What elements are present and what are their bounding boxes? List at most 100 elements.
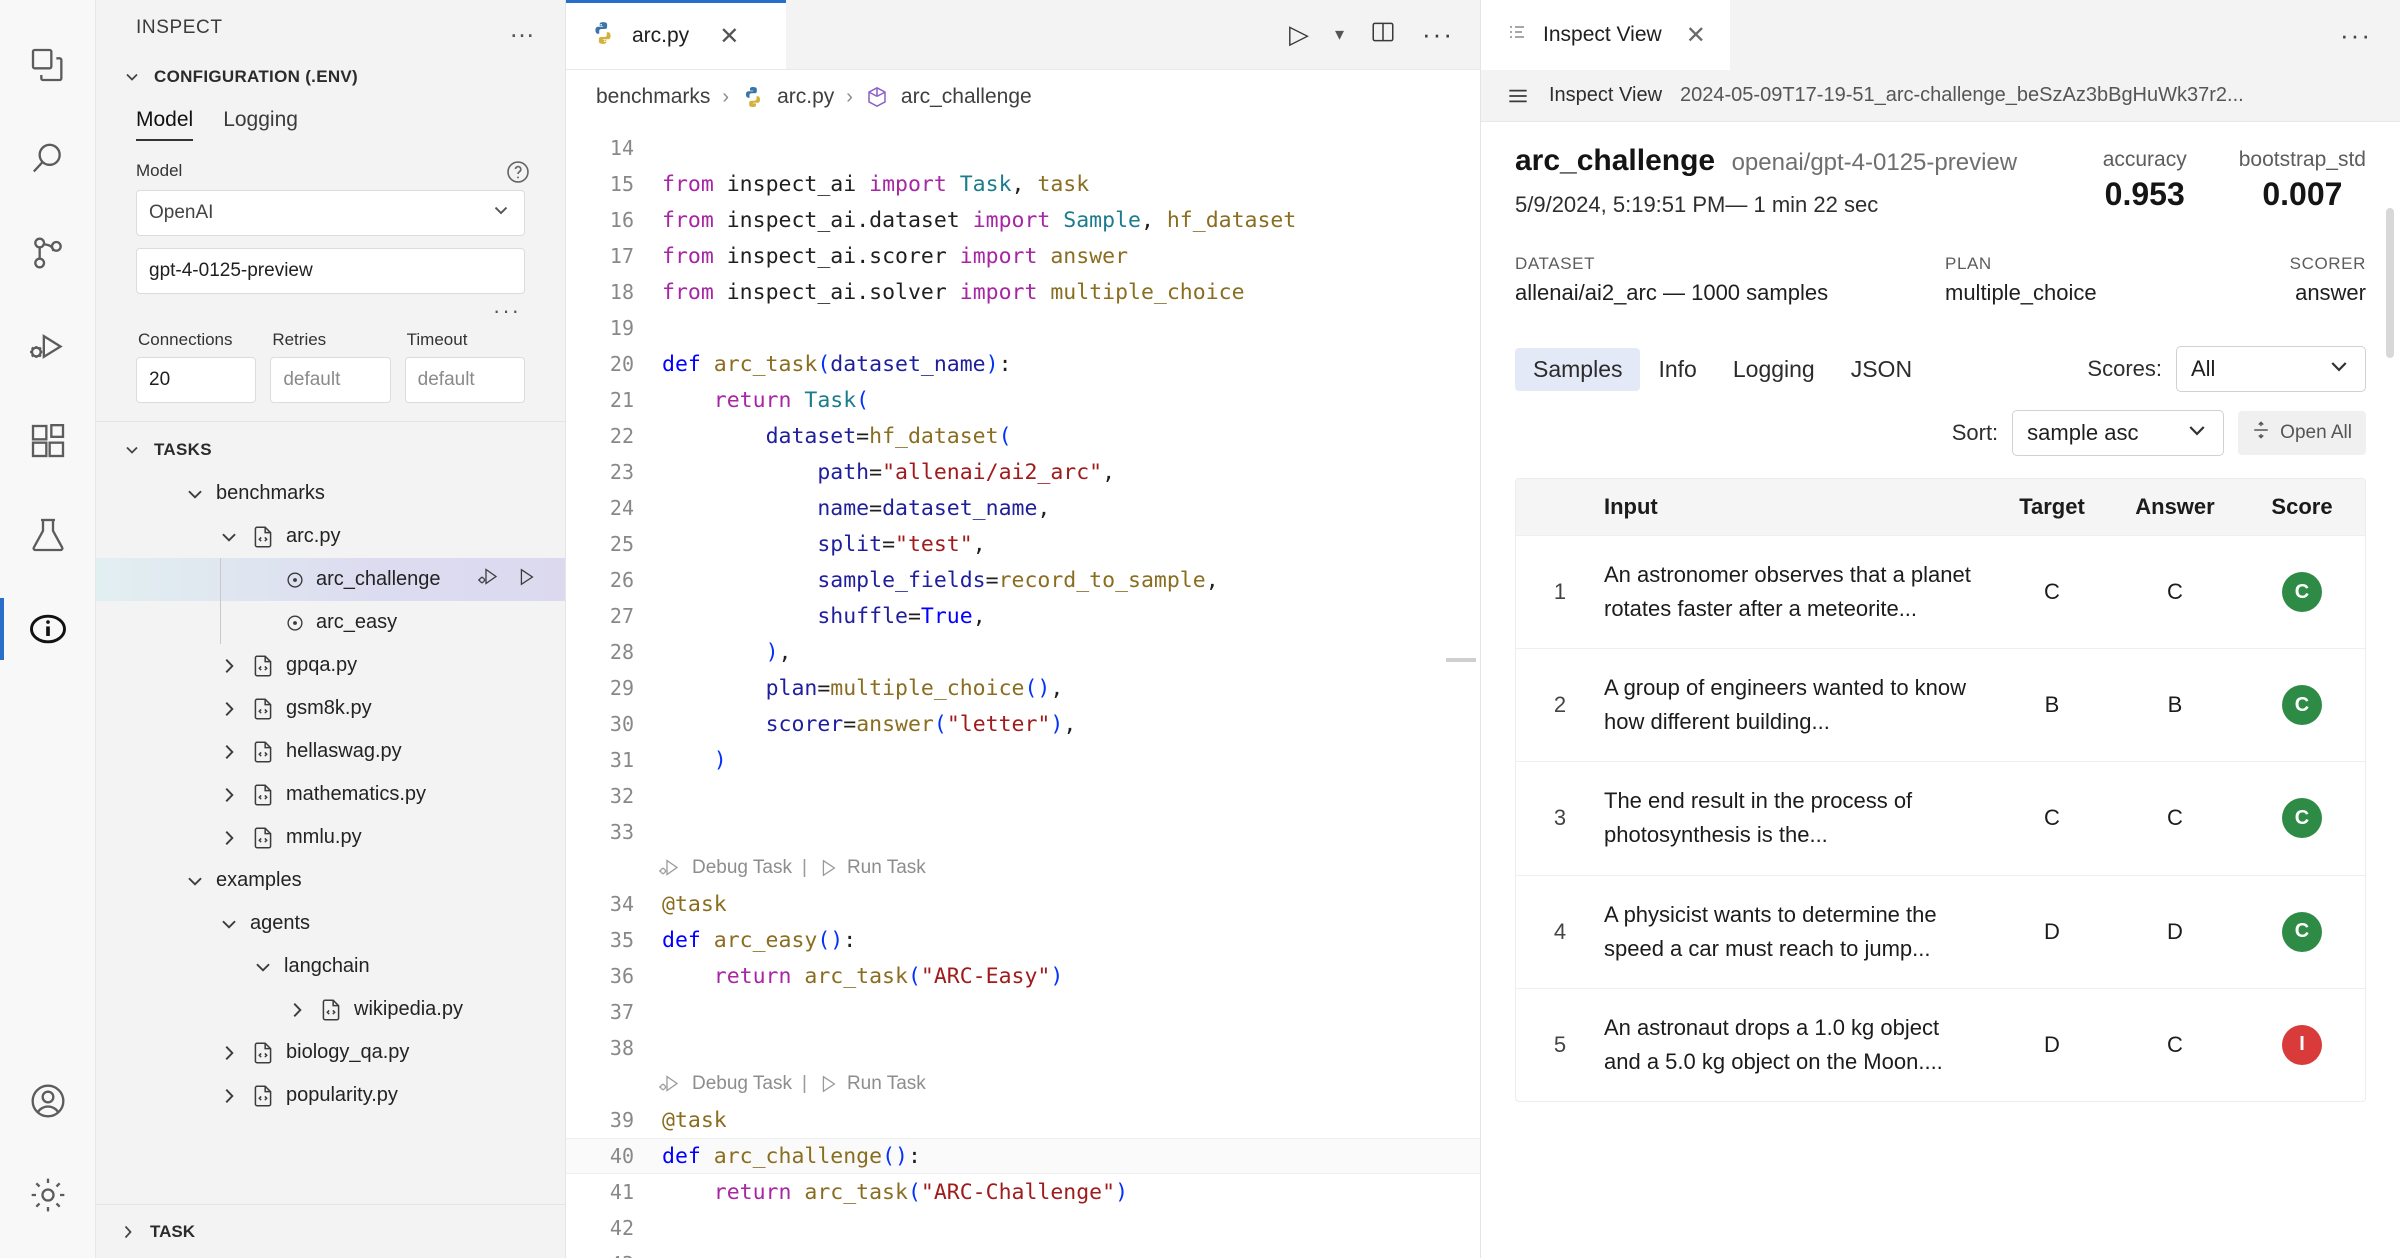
close-icon[interactable]: ✕ <box>719 22 739 51</box>
task-panel-header[interactable]: TASK <box>96 1204 565 1258</box>
table-row[interactable]: 5 An astronaut drops a 1.0 kg object and … <box>1516 987 2365 1101</box>
extensions-icon[interactable] <box>0 394 96 488</box>
breadcrumb-item-arc-py[interactable]: arc.py <box>777 85 834 109</box>
tree-item-mathematics-py[interactable]: mathematics.py <box>96 773 565 816</box>
code-line[interactable]: 17 from inspect_ai.scorer import answer <box>566 238 1480 274</box>
code-line[interactable]: 36 return arc_task("ARC-Easy") <box>566 958 1480 994</box>
tasks-section-header[interactable]: TASKS <box>96 430 565 470</box>
code-line[interactable]: 27 shuffle=True, <box>566 598 1480 634</box>
table-row[interactable]: 3 The end result in the process of photos… <box>1516 761 2365 874</box>
tab-model[interactable]: Model <box>136 108 194 141</box>
codelens-debug-task[interactable]: Debug Task <box>658 1073 792 1095</box>
tab-info[interactable]: Info <box>1640 348 1714 391</box>
tree-item-langchain[interactable]: langchain <box>96 945 565 988</box>
inspect-view-more-icon[interactable]: ··· <box>2340 0 2400 70</box>
inspect-icon[interactable] <box>0 582 96 676</box>
source-control-icon[interactable] <box>0 206 96 300</box>
chevron-right-icon[interactable] <box>218 1085 240 1107</box>
tab-logging[interactable]: Logging <box>223 108 298 141</box>
codelens-run-task[interactable]: Run Task <box>817 857 926 879</box>
chevron-down-icon[interactable] <box>184 870 206 892</box>
code-line[interactable]: 32 <box>566 778 1480 814</box>
tree-item-arc-easy[interactable]: arc_easy <box>96 601 565 644</box>
debug-task-icon[interactable] <box>477 566 503 594</box>
account-icon[interactable] <box>0 1054 96 1148</box>
inspect-view-log-file[interactable]: 2024-05-09T17-19-51_arc-challenge_beSzAz… <box>1680 84 2244 107</box>
tree-item-wikipedia-py[interactable]: wikipedia.py <box>96 988 565 1031</box>
connections-input[interactable]: 20 <box>136 357 257 403</box>
run-icon[interactable]: ▷ <box>1289 19 1309 50</box>
open-all-button[interactable]: Open All <box>2238 411 2366 455</box>
chevron-right-icon[interactable] <box>218 741 240 763</box>
code-line[interactable]: 31 ) <box>566 742 1480 778</box>
code-line[interactable]: 34 @task <box>566 886 1480 922</box>
chevron-right-icon[interactable] <box>218 698 240 720</box>
code-line[interactable]: 41 return arc_task("ARC-Challenge") <box>566 1174 1480 1210</box>
split-editor-icon[interactable] <box>1370 19 1396 50</box>
chevron-down-icon[interactable]: ▾ <box>1335 24 1344 45</box>
tree-item-hellaswag-py[interactable]: hellaswag.py <box>96 730 565 773</box>
config-more-icon[interactable]: ··· <box>96 294 565 324</box>
inspect-view-tab[interactable]: Inspect View ✕ <box>1481 0 1730 70</box>
code-line[interactable]: 16 from inspect_ai.dataset import Sample,… <box>566 202 1480 238</box>
code-line[interactable]: 20 def arc_task(dataset_name): <box>566 346 1480 382</box>
code-line[interactable]: 18 from inspect_ai.solver import multiple… <box>566 274 1480 310</box>
code-line[interactable]: 43 <box>566 1246 1480 1258</box>
code-line[interactable]: 15 from inspect_ai import Task, task <box>566 166 1480 202</box>
code-line[interactable]: 14 <box>566 130 1480 166</box>
tree-item-arc-py[interactable]: arc.py <box>96 515 565 558</box>
table-row[interactable]: 4 A physicist wants to determine the spee… <box>1516 874 2365 988</box>
code-line[interactable]: 23 path="allenai/ai2_arc", <box>566 454 1480 490</box>
tree-item-biology-qa-py[interactable]: biology_qa.py <box>96 1031 565 1074</box>
chevron-right-icon[interactable] <box>218 655 240 677</box>
chevron-down-icon[interactable] <box>184 483 206 505</box>
tree-item-gsm8k-py[interactable]: gsm8k.py <box>96 687 565 730</box>
model-provider-select[interactable]: OpenAI <box>136 190 525 236</box>
codelens-run-task[interactable]: Run Task <box>817 1073 926 1095</box>
code-line[interactable]: 22 dataset=hf_dataset( <box>566 418 1480 454</box>
run-task-icon[interactable] <box>515 566 537 594</box>
editor-tab-arc-py[interactable]: arc.py ✕ <box>566 0 786 69</box>
tab-samples[interactable]: Samples <box>1515 347 1641 391</box>
chevron-right-icon[interactable] <box>218 784 240 806</box>
codelens-debug-task[interactable]: Debug Task <box>658 857 792 879</box>
code-line[interactable]: 38 <box>566 1030 1480 1066</box>
chevron-down-icon[interactable] <box>252 956 274 978</box>
code-line[interactable]: 40 def arc_challenge(): <box>566 1138 1480 1174</box>
tab-logging[interactable]: Logging <box>1715 348 1833 391</box>
code-line[interactable]: 21 return Task( <box>566 382 1480 418</box>
model-name-input[interactable]: gpt-4-0125-preview <box>136 248 525 294</box>
breadcrumb-item-arc-challenge[interactable]: arc_challenge <box>901 85 1032 109</box>
search-icon[interactable] <box>0 112 96 206</box>
gear-icon[interactable] <box>0 1148 96 1242</box>
code-line[interactable]: 25 split="test", <box>566 526 1480 562</box>
code-editor[interactable]: 14 15 from inspect_ai import Task, task 16 f… <box>566 124 1480 1258</box>
chevron-right-icon[interactable] <box>218 1042 240 1064</box>
tree-item-benchmarks[interactable]: benchmarks <box>96 472 565 515</box>
code-line[interactable]: 24 name=dataset_name, <box>566 490 1480 526</box>
configuration-section-header[interactable]: CONFIGURATION (.ENV) <box>96 56 565 98</box>
close-icon[interactable]: ✕ <box>1676 21 1706 50</box>
code-line[interactable]: 19 <box>566 310 1480 346</box>
code-line[interactable]: 28 ), <box>566 634 1480 670</box>
code-line[interactable]: 35 def arc_easy(): <box>566 922 1480 958</box>
scrollbar-marker[interactable] <box>1446 658 1476 662</box>
timeout-input[interactable]: default <box>404 357 525 403</box>
table-row[interactable]: 1 An astronomer observes that a planet ro… <box>1516 535 2365 648</box>
code-line[interactable]: 26 sample_fields=record_to_sample, <box>566 562 1480 598</box>
retries-input[interactable]: default <box>270 357 391 403</box>
chevron-down-icon[interactable] <box>218 913 240 935</box>
sidebar-more-icon[interactable]: … <box>509 15 537 41</box>
explorer-icon[interactable] <box>0 18 96 112</box>
tree-item-popularity-py[interactable]: popularity.py <box>96 1074 565 1117</box>
breadcrumb-item-benchmarks[interactable]: benchmarks <box>596 85 710 109</box>
tree-item-agents[interactable]: agents <box>96 902 565 945</box>
run-debug-icon[interactable] <box>0 300 96 394</box>
tree-item-arc-challenge[interactable]: arc_challenge <box>96 558 565 601</box>
code-line[interactable]: 37 <box>566 994 1480 1030</box>
chevron-right-icon[interactable] <box>218 827 240 849</box>
code-line[interactable]: 29 plan=multiple_choice(), <box>566 670 1480 706</box>
scores-filter-select[interactable]: All <box>2176 346 2366 392</box>
panel-scrollbar[interactable] <box>2386 208 2394 358</box>
hamburger-icon[interactable] <box>1505 83 1531 109</box>
